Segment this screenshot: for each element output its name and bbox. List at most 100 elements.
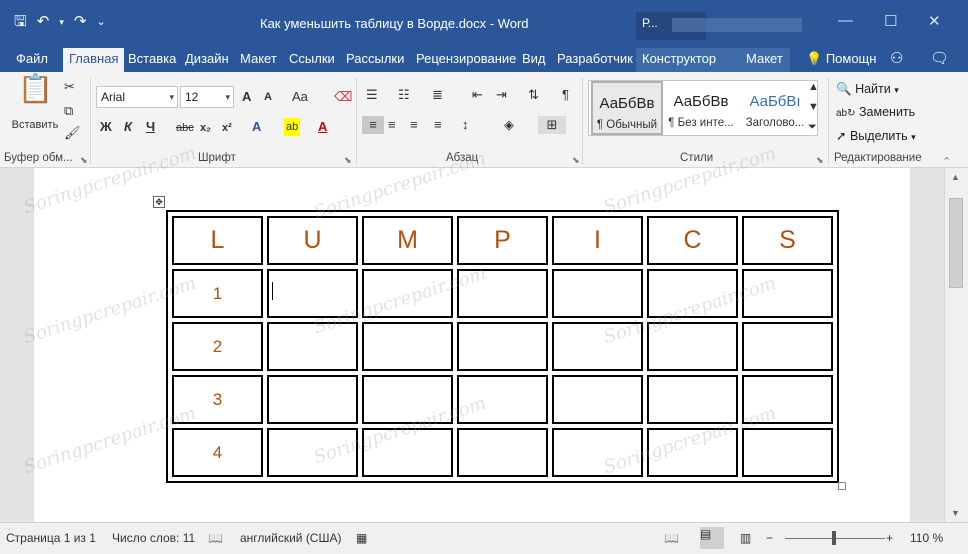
align-left-icon[interactable]: ≡ [362,116,384,134]
table-cell[interactable] [362,322,453,371]
font-name-combo[interactable]: Arial ▾ [96,86,178,108]
table-cell[interactable] [362,375,453,424]
tab-design[interactable]: Дизайн [179,48,235,72]
tab-insert[interactable]: Вставка [122,48,182,72]
read-mode-icon[interactable]: 📖 [664,531,679,545]
table-cell[interactable]: U [267,216,358,265]
collapse-ribbon-icon[interactable]: ⌃ [942,155,951,168]
table-cell[interactable] [647,269,738,318]
table-cell[interactable] [647,428,738,477]
table-cell[interactable] [267,322,358,371]
word-count[interactable]: Число слов: 11 [112,531,195,545]
table-cell[interactable]: C [647,216,738,265]
paste-icon[interactable]: 📋 [18,75,53,103]
table-cell[interactable]: 3 [172,375,263,424]
numbering-icon[interactable]: ☷ [398,86,410,104]
style-no-spacing[interactable]: АаБбВв ¶ Без инте... [665,81,737,135]
tab-table-design[interactable]: Конструктор [636,48,740,72]
paragraph-launcher-icon[interactable]: ⬊ [572,155,580,166]
table-cell[interactable] [457,269,548,318]
zoom-out-button[interactable]: − [766,531,773,545]
account-area[interactable] [672,18,802,32]
tab-review[interactable]: Рецензирование [410,48,522,72]
share-user-icon[interactable]: ⚇ [884,48,909,72]
font-size-combo[interactable]: 12 ▾ [180,86,234,108]
table-cell[interactable] [552,269,643,318]
table-move-handle-icon[interactable]: ✥ [153,196,165,208]
table-cell[interactable] [742,428,833,477]
clipboard-launcher-icon[interactable]: ⬊ [80,155,88,166]
table-cell[interactable] [647,375,738,424]
borders-icon[interactable]: ⊞ [538,116,566,134]
tab-mailings[interactable]: Рассылки [340,48,410,72]
tab-references[interactable]: Ссылки [283,48,341,72]
bold-button[interactable]: Ж [100,118,112,136]
font-launcher-icon[interactable]: ⬊ [344,155,352,166]
page-count[interactable]: Страница 1 из 1 [6,531,96,545]
table-cell[interactable] [742,269,833,318]
zoom-in-button[interactable]: + [886,531,893,545]
font-color-button[interactable]: A [318,118,327,136]
styles-scroll-up-icon[interactable]: ▲ [808,78,819,96]
clear-formatting-icon[interactable]: ⌫ [334,88,352,106]
tab-home[interactable]: Главная [63,48,125,72]
align-right-icon[interactable]: ≡ [410,116,418,134]
print-layout-icon[interactable]: ▤ [700,527,724,549]
undo-icon[interactable]: ↶ [37,12,50,32]
strikethrough-button[interactable]: abc [176,119,194,137]
table-cell[interactable] [457,322,548,371]
table-cell-active[interactable] [267,269,358,318]
select-button[interactable]: ➚ Выделить ▾ [836,128,916,143]
tab-table-layout[interactable]: Макет [740,48,790,72]
subscript-button[interactable]: x₂ [200,119,211,137]
decrease-indent-icon[interactable]: ⇤ [472,86,483,104]
change-case-button[interactable]: Aa [292,88,308,106]
help-search[interactable]: 💡 Помощн [800,48,882,72]
scroll-down-icon[interactable]: ▼ [951,508,960,518]
table-cell[interactable] [267,375,358,424]
tab-view[interactable]: Вид [516,48,552,72]
line-spacing-icon[interactable]: ↕ [462,116,469,134]
italic-button[interactable]: К [124,118,132,136]
table-cell[interactable] [362,428,453,477]
table-cell[interactable]: P [457,216,548,265]
multilevel-list-icon[interactable]: ≣ [432,86,443,104]
paste-button[interactable]: Вставить [8,116,62,134]
zoom-level[interactable]: 110 % [910,531,943,545]
table-cell[interactable]: M [362,216,453,265]
scrollbar-thumb[interactable] [949,198,963,288]
table-cell[interactable]: I [552,216,643,265]
maximize-icon[interactable]: ☐ [884,12,897,30]
justify-icon[interactable]: ≡ [434,116,442,134]
bullets-icon[interactable]: ☰ [366,86,378,104]
tab-layout[interactable]: Макет [234,48,283,72]
language-indicator[interactable]: английский (США) [240,531,341,545]
tab-file[interactable]: Файл [10,48,54,72]
styles-launcher-icon[interactable]: ⬊ [816,155,824,166]
table-cell[interactable] [742,375,833,424]
align-center-icon[interactable]: ≡ [388,116,396,134]
table-resize-handle[interactable] [838,482,846,490]
find-button[interactable]: 🔍 Найти ▾ [836,82,899,97]
table-cell[interactable] [647,322,738,371]
customize-qat-icon[interactable]: ⌄ [96,12,105,32]
table-cell[interactable] [267,428,358,477]
style-heading[interactable]: АаБбВı Заголово... [739,81,811,135]
shading-icon[interactable]: ◈ [504,116,514,134]
copy-icon[interactable]: ⧉ [64,102,73,120]
cut-icon[interactable]: ✂ [64,78,75,96]
minimize-icon[interactable]: — [838,12,853,29]
superscript-button[interactable]: x² [222,119,232,137]
comments-icon[interactable]: 🗨 [924,48,955,72]
web-layout-icon[interactable]: ▥ [740,531,751,545]
shrink-font-button[interactable]: A [264,88,272,106]
format-painter-icon[interactable]: 🖌 [64,124,81,142]
table-cell[interactable]: S [742,216,833,265]
show-marks-button[interactable]: ¶ [562,86,569,104]
text-effects-button[interactable]: A [252,118,261,136]
close-icon[interactable]: ✕ [928,12,941,30]
macro-record-icon[interactable]: ▦ [356,531,367,545]
styles-more-icon[interactable]: ⏷ [808,118,817,136]
sort-icon[interactable]: ⇅ [528,86,539,104]
table-cell[interactable] [362,269,453,318]
